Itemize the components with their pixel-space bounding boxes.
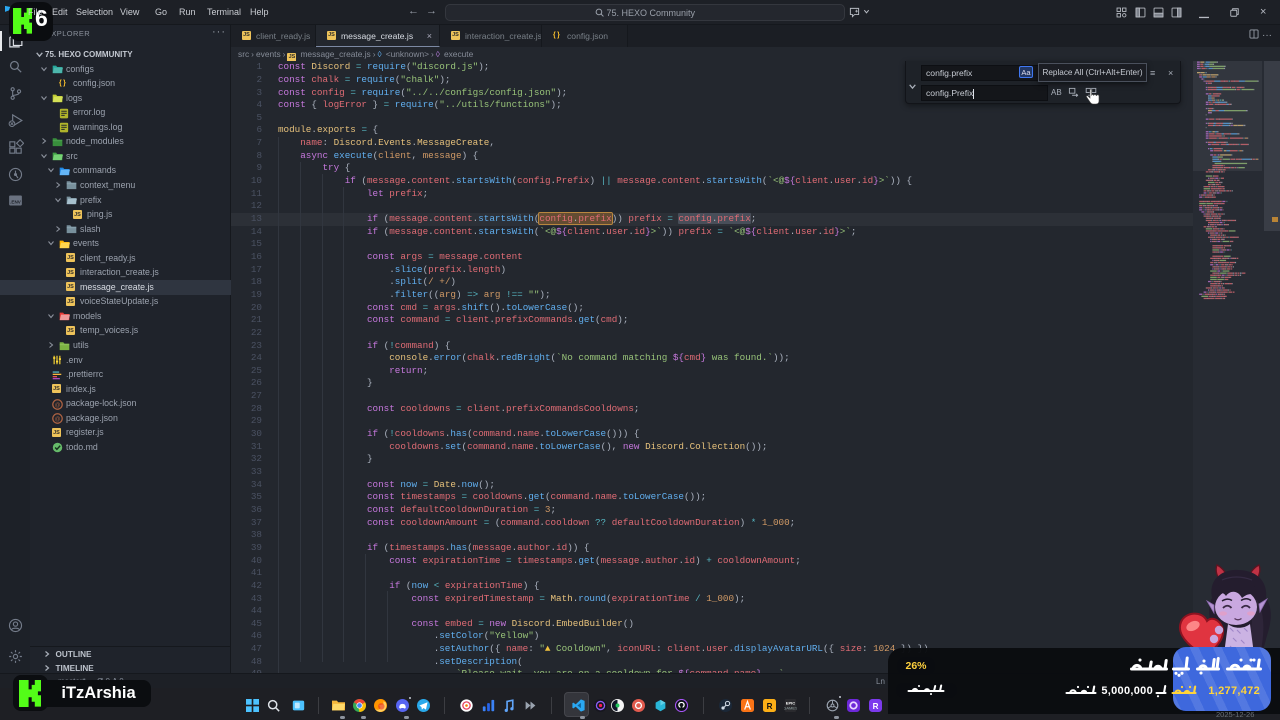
svg-text:R: R xyxy=(766,702,772,711)
svg-text:R: R xyxy=(872,702,878,711)
svg-text:GAMES: GAMES xyxy=(784,706,797,711)
